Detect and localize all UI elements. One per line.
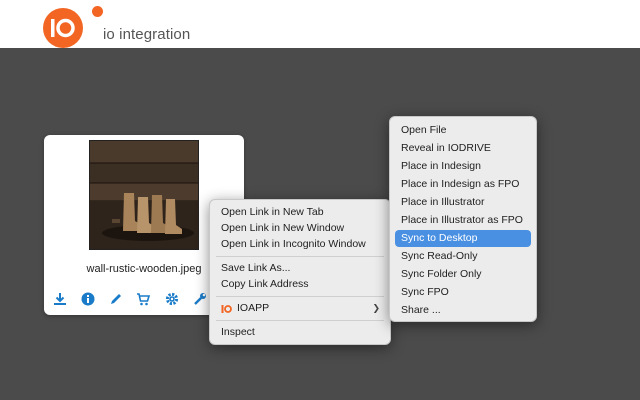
brand-name: io integration xyxy=(103,26,191,43)
logo-dot xyxy=(92,6,103,17)
submenu-reveal-iodrive[interactable]: Reveal in IODRIVE xyxy=(395,140,531,157)
menu-separator xyxy=(216,256,384,257)
pencil-icon[interactable] xyxy=(109,292,123,306)
gear-icon[interactable] xyxy=(165,292,179,306)
submenu-share[interactable]: Share ... xyxy=(395,302,531,319)
menu-copy-link-address[interactable]: Copy Link Address xyxy=(215,276,385,293)
submenu-place-indesign-fpo[interactable]: Place in Indesign as FPO xyxy=(395,176,531,193)
menu-save-link-as[interactable]: Save Link As... xyxy=(215,260,385,277)
chevron-right-icon: ❯ xyxy=(372,303,380,313)
submenu-sync-folder-only[interactable]: Sync Folder Only xyxy=(395,266,531,283)
io-logo[interactable] xyxy=(43,8,83,48)
submenu-place-illustrator[interactable]: Place in Illustrator xyxy=(395,194,531,211)
menu-inspect[interactable]: Inspect xyxy=(215,324,385,341)
ioapp-icon xyxy=(221,305,232,313)
asset-thumbnail[interactable] xyxy=(89,140,199,250)
menu-open-incognito[interactable]: Open Link in Incognito Window xyxy=(215,236,385,253)
submenu-sync-to-desktop[interactable]: Sync to Desktop xyxy=(395,230,531,247)
logo-mark xyxy=(51,18,75,38)
submenu-place-indesign[interactable]: Place in Indesign xyxy=(395,158,531,175)
wrench-icon[interactable] xyxy=(193,292,207,306)
menu-open-new-window[interactable]: Open Link in New Window xyxy=(215,220,385,237)
cart-icon[interactable] xyxy=(136,292,150,306)
menu-ioapp[interactable]: IOAPP ❯ xyxy=(215,300,385,317)
menu-separator xyxy=(216,320,384,321)
app-header: io integration xyxy=(0,0,640,48)
submenu-sync-read-only[interactable]: Sync Read-Only xyxy=(395,248,531,265)
submenu-place-illustrator-fpo[interactable]: Place in Illustrator as FPO xyxy=(395,212,531,229)
submenu-open-file[interactable]: Open File xyxy=(395,122,531,139)
menu-separator xyxy=(216,296,384,297)
boots-image xyxy=(90,141,198,249)
menu-open-new-tab[interactable]: Open Link in New Tab xyxy=(215,204,385,221)
submenu-sync-fpo[interactable]: Sync FPO xyxy=(395,284,531,301)
ioapp-submenu: Open File Reveal in IODRIVE Place in Ind… xyxy=(389,116,537,322)
info-icon[interactable] xyxy=(81,292,95,306)
menu-ioapp-label: IOAPP xyxy=(237,302,270,314)
browser-context-menu: Open Link in New Tab Open Link in New Wi… xyxy=(209,199,391,345)
download-icon[interactable] xyxy=(53,292,67,306)
